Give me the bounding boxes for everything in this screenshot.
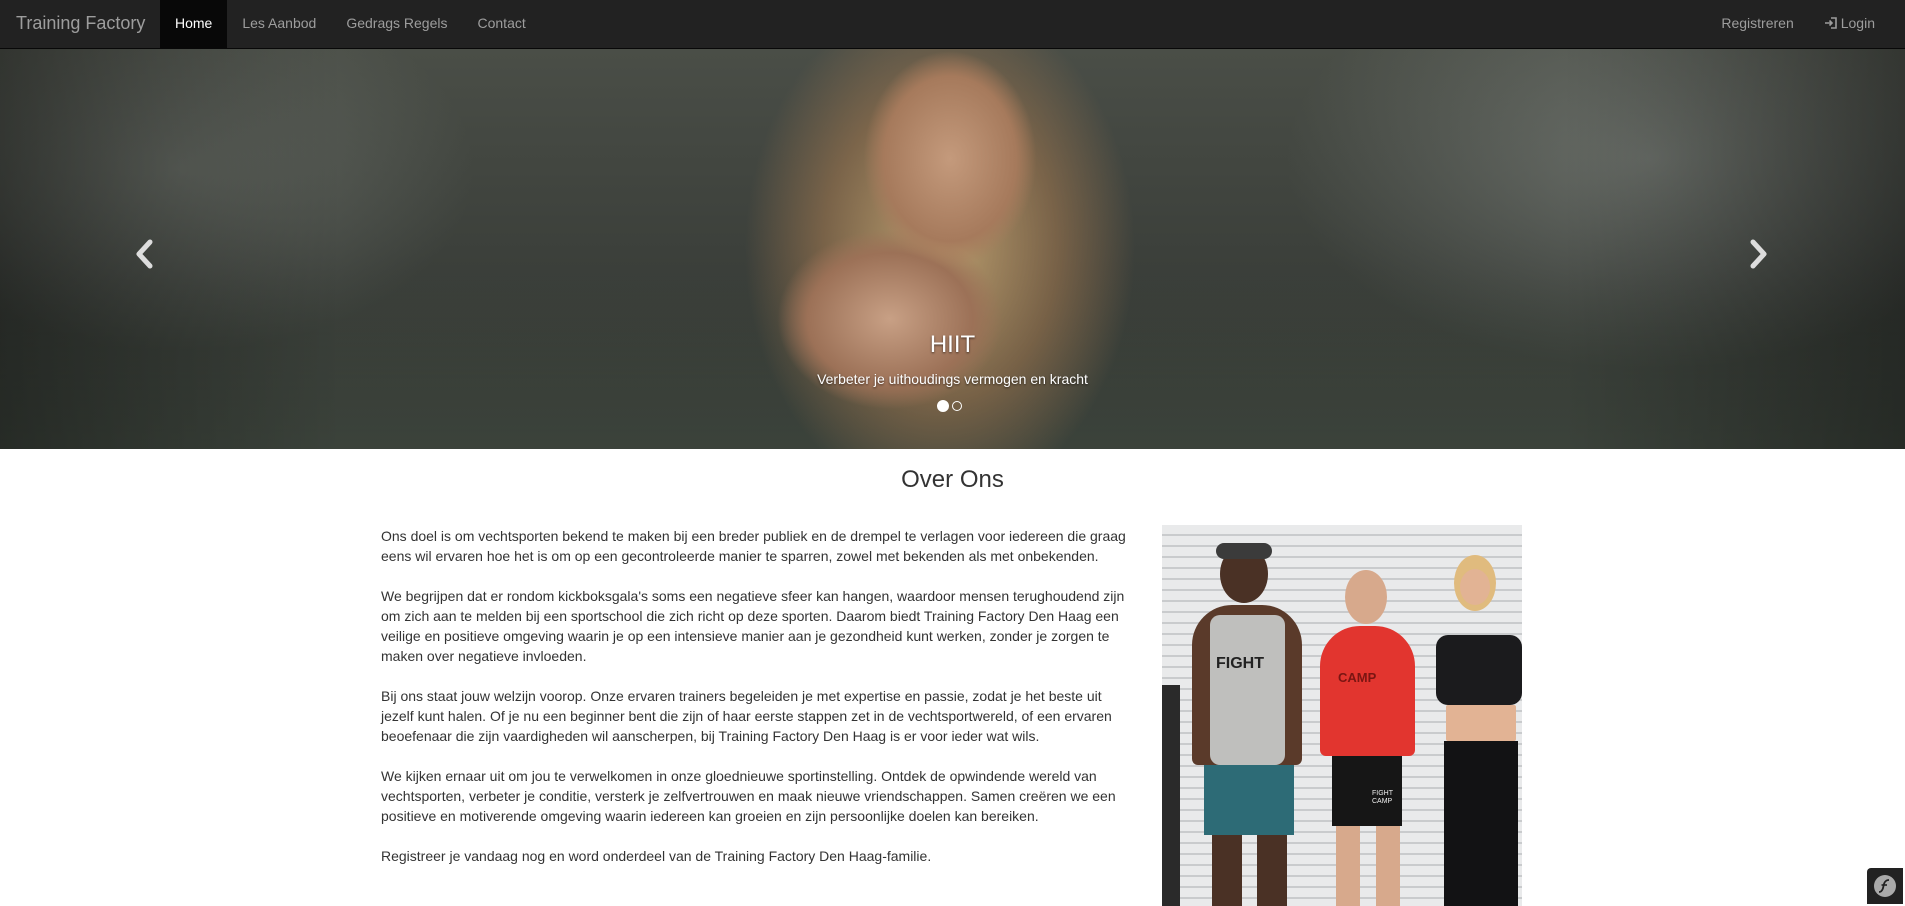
carousel-indicator-2[interactable] [952, 401, 962, 411]
section-title: Over Ons [901, 466, 1004, 493]
hero-carousel: HIIT Verbeter je uithoudings vermogen en… [0, 49, 1905, 449]
nav-item-les-aanbod[interactable]: Les Aanbod [227, 0, 331, 48]
chevron-right-icon [1750, 239, 1767, 269]
shirt-text: CAMP [1338, 670, 1377, 685]
nav-left: Home Les Aanbod Gedrags Regels Contact [160, 0, 541, 48]
about-paragraph: We begrijpen dat er rondom kickboksgala'… [381, 588, 1125, 664]
brand-link[interactable]: Training Factory [16, 0, 145, 49]
shorts-text: FIGHT CAMP [1372, 790, 1393, 805]
about-paragraph: Ons doel is om vechtsporten bekend te ma… [381, 528, 1126, 564]
team-photo: FIGHT CAMP FIGHT CAMP [1162, 525, 1522, 906]
login-label: Login [1840, 15, 1875, 31]
chevron-left-icon [136, 239, 153, 269]
login-icon [1824, 2, 1838, 29]
nav-item-login[interactable]: Login [1809, 0, 1890, 48]
symfony-toolbar-button[interactable] [1867, 868, 1903, 904]
carousel-indicators [937, 400, 962, 412]
nav-item-contact[interactable]: Contact [463, 0, 541, 48]
nav-item-gedrags-regels[interactable]: Gedrags Regels [331, 0, 462, 48]
about-paragraph: We kijken ernaar uit om jou te verwelkom… [381, 768, 1116, 824]
nav-item-home[interactable]: Home [160, 0, 228, 48]
carousel-indicator-1[interactable] [937, 400, 949, 412]
carousel-next-button[interactable] [1615, 49, 1905, 449]
shirt-text: FIGHT [1216, 655, 1264, 672]
carousel-caption-title: HIIT [929, 331, 976, 358]
nav-item-registreren[interactable]: Registreren [1706, 0, 1808, 48]
carousel-prev-button[interactable] [0, 49, 290, 449]
symfony-icon [1874, 875, 1896, 897]
about-text: Ons doel is om vechtsporten bekend te ma… [381, 526, 1131, 886]
carousel-caption-text: Verbeter je uithoudings vermogen en krac… [817, 371, 1088, 387]
nav-right: Registreren Login [1706, 0, 1890, 48]
navbar: Training Factory Home Les Aanbod Gedrags… [0, 0, 1905, 49]
about-paragraph: Registreer je vandaag nog en word onderd… [381, 848, 932, 864]
about-paragraph: Bij ons staat jouw welzijn voorop. Onze … [381, 688, 1112, 744]
